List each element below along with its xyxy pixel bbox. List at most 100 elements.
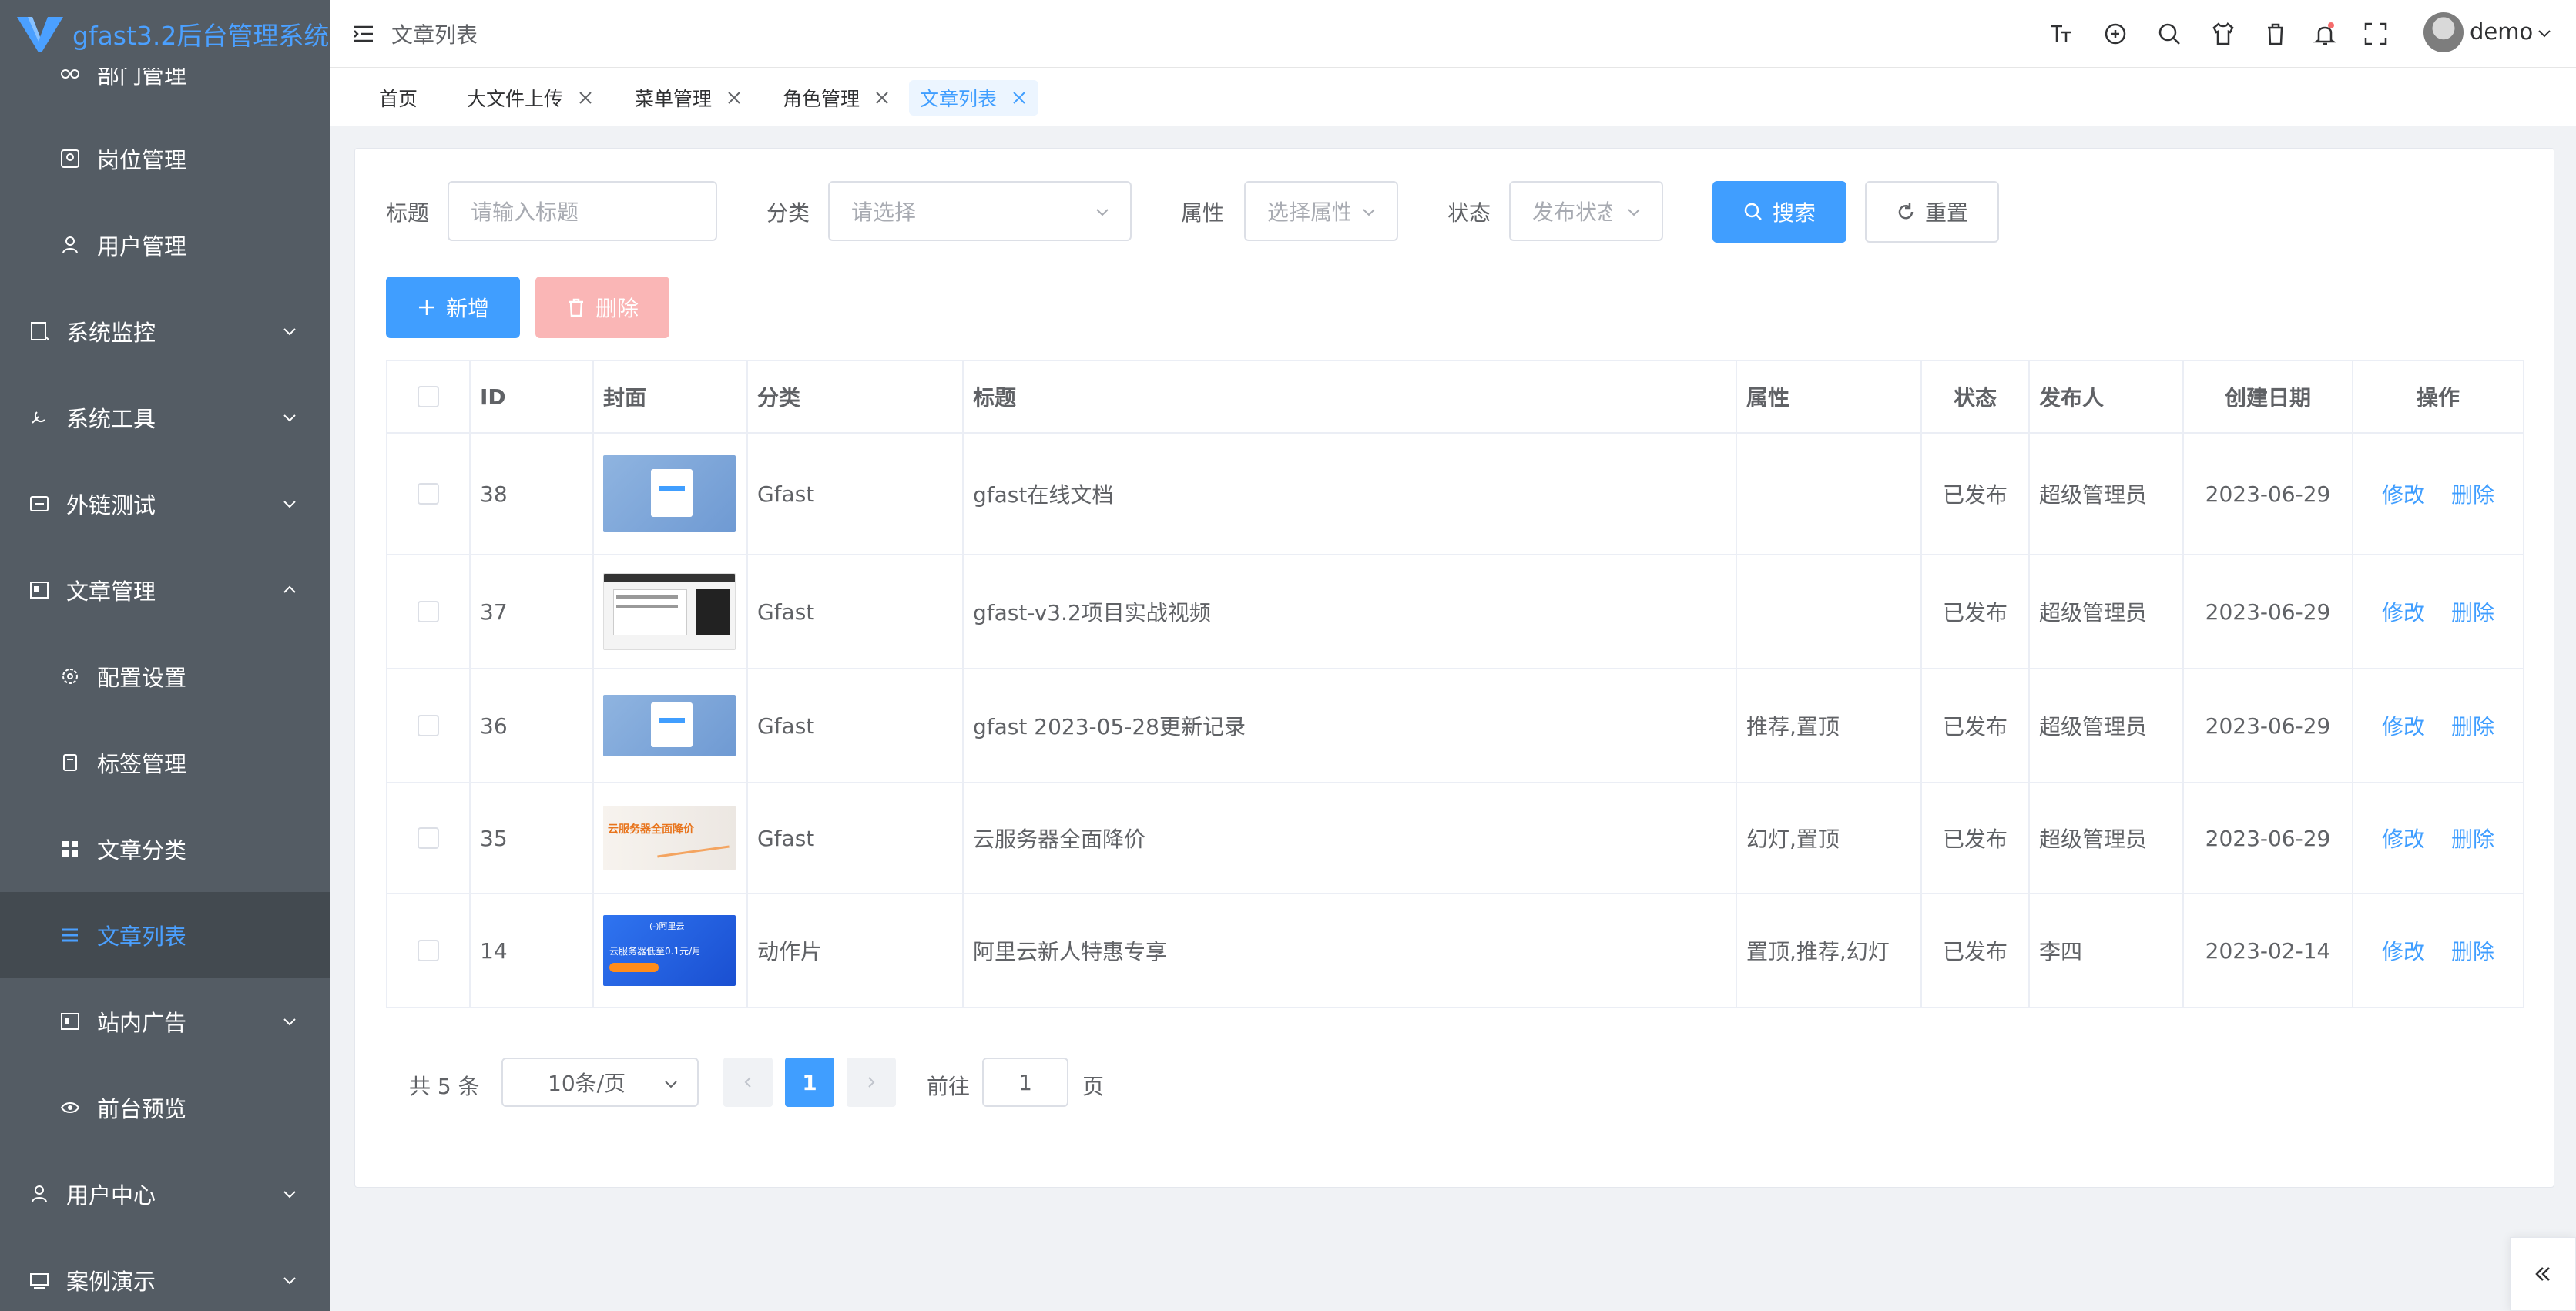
table-row: 37 Gfast gfast-v3.2项目实战视频 已发布 超级管理员 2023…	[387, 555, 2523, 669]
sidebar-item-links[interactable]: 外链测试	[0, 461, 330, 547]
row-select-cell	[387, 894, 471, 1007]
sidebar-item-label: 标签管理	[97, 751, 187, 777]
bell-icon[interactable]	[2313, 22, 2337, 46]
close-icon[interactable]	[1011, 89, 1028, 106]
tab-roles[interactable]: 角色管理	[772, 80, 901, 116]
sidebar-item-label: 用户中心	[66, 1182, 156, 1209]
monitor-icon	[28, 320, 51, 343]
cover-thumbnail[interactable]	[603, 573, 736, 650]
sidebar-item-tags[interactable]: 标签管理	[0, 719, 330, 806]
reset-button[interactable]: 重置	[1865, 181, 1999, 243]
close-icon[interactable]	[874, 89, 891, 106]
chevron-down-icon[interactable]	[2536, 25, 2553, 42]
add-button[interactable]: 新增	[386, 277, 520, 338]
close-icon[interactable]	[726, 89, 743, 106]
refresh-icon	[1898, 203, 1914, 220]
double-chevron-left-icon	[2535, 1267, 2550, 1281]
trash-icon[interactable]	[2263, 22, 2288, 46]
category-select[interactable]: 请选择	[828, 181, 1132, 241]
sidebar-item-label: 用户管理	[97, 233, 187, 260]
select-all-cell	[387, 361, 471, 432]
cell-status: 已发布	[1922, 434, 2030, 554]
search-button[interactable]: 搜索	[1712, 181, 1846, 243]
sidebar-item-label: 岗位管理	[97, 147, 187, 173]
user-name[interactable]: demo	[2470, 18, 2533, 45]
close-icon[interactable]	[577, 89, 594, 106]
row-checkbox[interactable]	[418, 827, 439, 849]
cover-thumbnail[interactable]	[603, 455, 736, 532]
theme-shirt-icon[interactable]	[2211, 22, 2236, 46]
tab-label: 菜单管理	[635, 88, 713, 110]
sidebar-item-positions[interactable]: 岗位管理	[0, 116, 330, 202]
sidebar-item-ads[interactable]: 站内广告	[0, 978, 330, 1065]
fullscreen-icon[interactable]	[2363, 22, 2388, 46]
cover-thumbnail[interactable]	[603, 695, 736, 756]
tab-article-list[interactable]: 文章列表	[909, 80, 1039, 116]
sidebar-item-article-list[interactable]: 文章列表	[0, 892, 330, 978]
col-actions: 操作	[2416, 385, 2460, 411]
cell-attrs	[1737, 434, 1922, 554]
table-row: 14 (-)阿里云 云服务器低至0.1元/月 动作片 阿里云新人特惠专享 置顶,…	[387, 894, 2523, 1007]
sidebar-item-tools[interactable]: 系统工具	[0, 374, 330, 461]
sidebar-item-categories[interactable]: 文章分类	[0, 806, 330, 892]
chevron-down-icon	[1096, 209, 1109, 216]
settings-icon	[59, 665, 82, 688]
delete-link[interactable]: 删除	[2451, 596, 2494, 627]
delete-link[interactable]: 删除	[2451, 935, 2494, 966]
attr-select[interactable]: 选择属性	[1244, 181, 1398, 241]
edit-link[interactable]: 修改	[2382, 935, 2425, 966]
col-author: 发布人	[2030, 361, 2184, 432]
col-title: 标题	[964, 361, 1737, 432]
cell-cover	[594, 555, 748, 668]
sidebar-item-user-center[interactable]: 用户中心	[0, 1151, 330, 1237]
row-checkbox[interactable]	[418, 601, 439, 622]
cover-thumbnail[interactable]: 云服务器全面降价	[603, 806, 736, 870]
sidebar-item-monitor[interactable]: 系统监控	[0, 288, 330, 374]
title-placeholder: 请输入标题	[471, 200, 579, 225]
menu-toggle-icon[interactable]	[353, 23, 374, 45]
title-input[interactable]: 请输入标题	[448, 181, 717, 241]
reset-button-label: 重置	[1924, 200, 1968, 226]
next-page-button[interactable]	[847, 1058, 896, 1107]
avatar[interactable]	[2423, 12, 2464, 52]
edit-link[interactable]: 修改	[2382, 710, 2425, 741]
sidebar-item-config[interactable]: 配置设置	[0, 633, 330, 719]
cell-category: Gfast	[748, 669, 964, 782]
sidebar-item-users[interactable]: 用户管理	[0, 202, 330, 288]
page-number-current[interactable]: 1	[785, 1058, 834, 1107]
tab-home[interactable]: 首页	[368, 80, 428, 116]
delete-link[interactable]: 删除	[2451, 710, 2494, 741]
cell-date: 2023-02-14	[2184, 894, 2353, 1007]
row-checkbox[interactable]	[418, 940, 439, 961]
select-all-checkbox[interactable]	[418, 386, 439, 407]
prev-page-button[interactable]	[723, 1058, 773, 1107]
tab-menu[interactable]: 菜单管理	[624, 80, 753, 116]
sidebar-item-articles[interactable]: 文章管理	[0, 547, 330, 633]
sidebar-item-demos[interactable]: 案例演示	[0, 1237, 330, 1311]
delete-link[interactable]: 删除	[2451, 478, 2494, 509]
cover-thumbnail[interactable]: (-)阿里云 云服务器低至0.1元/月	[603, 915, 736, 986]
font-size-icon[interactable]	[2049, 22, 2074, 46]
collapse-panel-button[interactable]	[2510, 1237, 2576, 1311]
delete-link[interactable]: 删除	[2451, 823, 2494, 853]
col-attrs: 属性	[1737, 361, 1922, 432]
goto-page-input[interactable]: 1	[982, 1058, 1068, 1107]
tab-upload[interactable]: 大文件上传	[456, 80, 605, 116]
row-checkbox[interactable]	[418, 483, 439, 505]
row-checkbox[interactable]	[418, 715, 439, 736]
edit-link[interactable]: 修改	[2382, 823, 2425, 853]
page-size-select[interactable]: 10条/页	[501, 1058, 699, 1107]
cell-date: 2023-06-29	[2184, 555, 2353, 668]
search-icon[interactable]	[2157, 22, 2182, 46]
sidebar-item-preview[interactable]: 前台预览	[0, 1065, 330, 1151]
demo-icon	[28, 1269, 51, 1292]
status-select[interactable]: 发布状态	[1509, 181, 1663, 241]
page-suffix-label: 页	[1082, 1074, 1105, 1099]
delete-button[interactable]: 删除	[535, 277, 669, 338]
edit-link[interactable]: 修改	[2382, 596, 2425, 627]
edit-link[interactable]: 修改	[2382, 478, 2425, 509]
language-icon[interactable]	[2103, 22, 2128, 46]
list-icon	[59, 924, 82, 947]
sidebar-item-label: 文章管理	[66, 578, 156, 605]
top-header: 文章列表 demo	[330, 0, 2576, 68]
